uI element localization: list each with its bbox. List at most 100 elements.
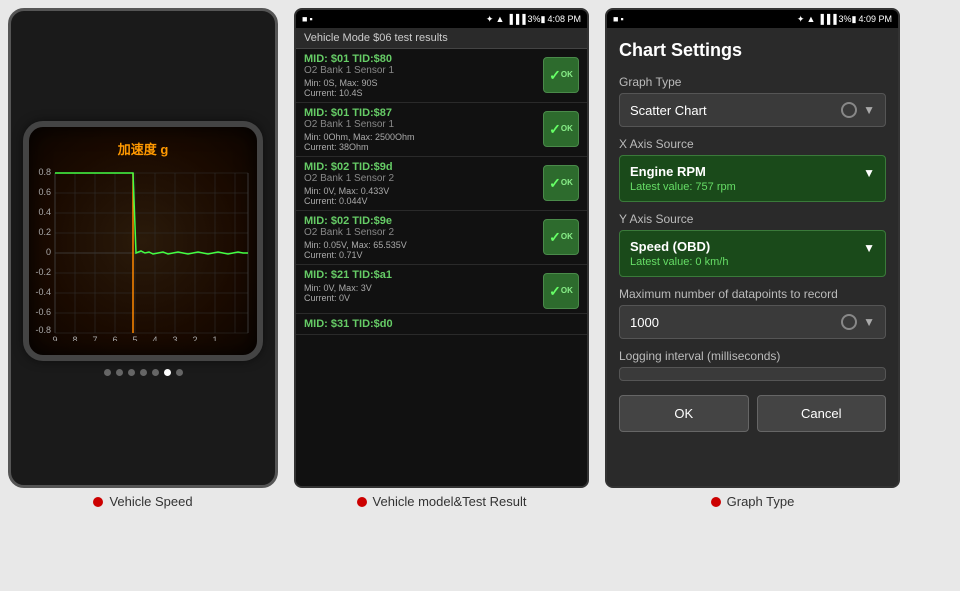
- wifi-icon-s: ▲: [806, 14, 815, 24]
- graph-type-value: Scatter Chart: [630, 103, 707, 118]
- x-axis-dropdown[interactable]: Engine RPM Latest value: 757 rpm ▼: [619, 155, 886, 202]
- status-icons-right-test: ✦ ▲ ▐▐▐ 3%▮ 4:08 PM: [486, 14, 581, 25]
- settings-title: Chart Settings: [619, 40, 886, 61]
- max-datapoints-value: 1000: [630, 315, 659, 330]
- ok-text-3: OK: [561, 179, 573, 187]
- speed-graph: 加速度 g 0.8 0.6 0.4 0.2 0 -0.2 -0.4 -0.6 -…: [23, 121, 263, 361]
- mid-label-5: MID: $21 TID:$a1: [304, 269, 537, 281]
- y-axis-value: Speed (OBD): [630, 239, 863, 254]
- x-axis-value: Engine RPM: [630, 164, 863, 179]
- settings-content: Chart Settings Graph Type Scatter Chart …: [607, 28, 898, 486]
- caption-dot-settings: [711, 497, 721, 507]
- caption-dot-test: [357, 497, 367, 507]
- svg-text:-0.6: -0.6: [35, 307, 51, 317]
- caption-text-speed: Vehicle Speed: [109, 494, 192, 509]
- sensor-label-3: O2 Bank 1 Sensor 2: [304, 173, 537, 184]
- page-dot-3: [128, 369, 135, 376]
- test-item-left-4: MID: $02 TID:$9e O2 Bank 1 Sensor 2 Min:…: [304, 215, 537, 260]
- test-phone: ■ ▪ ✦ ▲ ▐▐▐ 3%▮ 4:08 PM Vehicle Mode $06…: [294, 8, 589, 488]
- speed-chart-svg: 0.8 0.6 0.4 0.2 0 -0.2 -0.4 -0.6 -0.8: [33, 161, 253, 341]
- settings-phone: ■ ▪ ✦ ▲ ▐▐▐ 3%▮ 4:09 PM Chart Settings G…: [605, 8, 900, 488]
- x-axis-label: X Axis Source: [619, 137, 886, 151]
- graph-title: 加速度 g: [118, 139, 169, 158]
- cancel-button[interactable]: Cancel: [757, 395, 887, 432]
- notification-icon: ■: [302, 14, 307, 24]
- test-item-left-1: MID: $01 TID:$80 O2 Bank 1 Sensor 1 Min:…: [304, 53, 537, 98]
- y-axis-inner: Speed (OBD) Latest value: 0 km/h: [630, 239, 863, 268]
- test-item-3: MID: $02 TID:$9d O2 Bank 1 Sensor 2 Min:…: [296, 157, 587, 211]
- ok-badge-3: ✓ OK: [543, 165, 579, 201]
- logging-section: Logging interval (milliseconds): [619, 349, 886, 381]
- bluetooth-icon-s: ✦: [797, 14, 805, 25]
- page-dots: [104, 369, 183, 376]
- max-datapoints-dropdown[interactable]: 1000 ▼: [619, 305, 886, 339]
- x-axis-latest: Latest value: 757 rpm: [630, 181, 863, 193]
- graph-type-dropdown[interactable]: Scatter Chart ▼: [619, 93, 886, 127]
- ok-text-4: OK: [561, 233, 573, 241]
- chevron-down-icon-x: ▼: [863, 166, 875, 180]
- chevron-down-icon-dp: ▼: [863, 315, 875, 329]
- test-item-left-6: MID: $31 TID:$d0: [304, 318, 579, 330]
- ok-badge-5: ✓ OK: [543, 273, 579, 309]
- caption-text-test: Vehicle model&Test Result: [373, 494, 527, 509]
- test-content: MID: $01 TID:$80 O2 Bank 1 Sensor 1 Min:…: [296, 49, 587, 486]
- ok-button[interactable]: OK: [619, 395, 749, 432]
- sensor-label-2: O2 Bank 1 Sensor 1: [304, 119, 537, 130]
- notification-icon-s: ■: [613, 14, 618, 24]
- svg-text:9: 9: [52, 335, 57, 341]
- sensor-label-1: O2 Bank 1 Sensor 1: [304, 65, 537, 76]
- battery-icon: 3%▮: [528, 14, 546, 25]
- svg-text:-0.4: -0.4: [35, 287, 51, 297]
- test-item-6: MID: $31 TID:$d0: [296, 314, 587, 335]
- svg-text:1: 1: [212, 335, 217, 341]
- signal-icon-s: ▐▐▐: [817, 14, 836, 24]
- sensor-values-5: Min: 0V, Max: 3VCurrent: 0V: [304, 283, 537, 303]
- y-axis-dropdown[interactable]: Speed (OBD) Latest value: 0 km/h ▼: [619, 230, 886, 277]
- svg-text:4: 4: [152, 335, 157, 341]
- ok-badge-1: ✓ OK: [543, 57, 579, 93]
- status-icons-left-settings: ■ ▪: [613, 14, 624, 24]
- page-dot-6: [164, 369, 171, 376]
- caption-text-settings: Graph Type: [727, 494, 795, 509]
- svg-text:3: 3: [172, 335, 177, 341]
- checkmark-4: ✓: [549, 229, 561, 246]
- main-container: 加速度 g 0.8 0.6 0.4 0.2 0 -0.2 -0.4 -0.6 -…: [0, 0, 960, 591]
- caption-speed: Vehicle Speed: [93, 494, 192, 509]
- radio-icon-dp: [841, 314, 857, 330]
- test-item-1: MID: $01 TID:$80 O2 Bank 1 Sensor 1 Min:…: [296, 49, 587, 103]
- logging-input[interactable]: [619, 367, 886, 381]
- svg-text:-0.2: -0.2: [35, 267, 51, 277]
- x-axis-inner: Engine RPM Latest value: 757 rpm: [630, 164, 863, 193]
- page-dot-7: [176, 369, 183, 376]
- page-dot-4: [140, 369, 147, 376]
- svg-text:0.6: 0.6: [38, 187, 51, 197]
- speed-phone: 加速度 g 0.8 0.6 0.4 0.2 0 -0.2 -0.4 -0.6 -…: [8, 8, 278, 488]
- time-test: 4:08 PM: [547, 14, 581, 24]
- ok-text-5: OK: [561, 287, 573, 295]
- svg-text:0.8: 0.8: [38, 167, 51, 177]
- signal-icon: ▐▐▐: [506, 14, 525, 24]
- mid-label-6: MID: $31 TID:$d0: [304, 318, 579, 330]
- checkmark-3: ✓: [549, 175, 561, 192]
- chevron-down-icon-graph: ▼: [863, 103, 875, 117]
- svg-text:-0.8: -0.8: [35, 325, 51, 335]
- svg-text:0: 0: [46, 247, 51, 257]
- status-bar-settings: ■ ▪ ✦ ▲ ▐▐▐ 3%▮ 4:09 PM: [607, 10, 898, 28]
- time-settings: 4:09 PM: [858, 14, 892, 24]
- battery-icon-s: 3%▮: [839, 14, 857, 25]
- y-axis-latest: Latest value: 0 km/h: [630, 256, 863, 268]
- y-axis-label: Y Axis Source: [619, 212, 886, 226]
- logging-label: Logging interval (milliseconds): [619, 349, 886, 363]
- panel-speed: 加速度 g 0.8 0.6 0.4 0.2 0 -0.2 -0.4 -0.6 -…: [0, 0, 286, 513]
- test-item-5: MID: $21 TID:$a1 Min: 0V, Max: 3VCurrent…: [296, 265, 587, 314]
- caption-test: Vehicle model&Test Result: [357, 494, 527, 509]
- ok-text-2: OK: [561, 125, 573, 133]
- test-item-2: MID: $01 TID:$87 O2 Bank 1 Sensor 1 Min:…: [296, 103, 587, 157]
- mid-label-3: MID: $02 TID:$9d: [304, 161, 537, 173]
- page-dot-1: [104, 369, 111, 376]
- y-axis-section: Y Axis Source Speed (OBD) Latest value: …: [619, 212, 886, 277]
- test-header: Vehicle Mode $06 test results: [296, 28, 587, 49]
- x-axis-section: X Axis Source Engine RPM Latest value: 7…: [619, 137, 886, 202]
- ok-badge-4: ✓ OK: [543, 219, 579, 255]
- caption-dot-speed: [93, 497, 103, 507]
